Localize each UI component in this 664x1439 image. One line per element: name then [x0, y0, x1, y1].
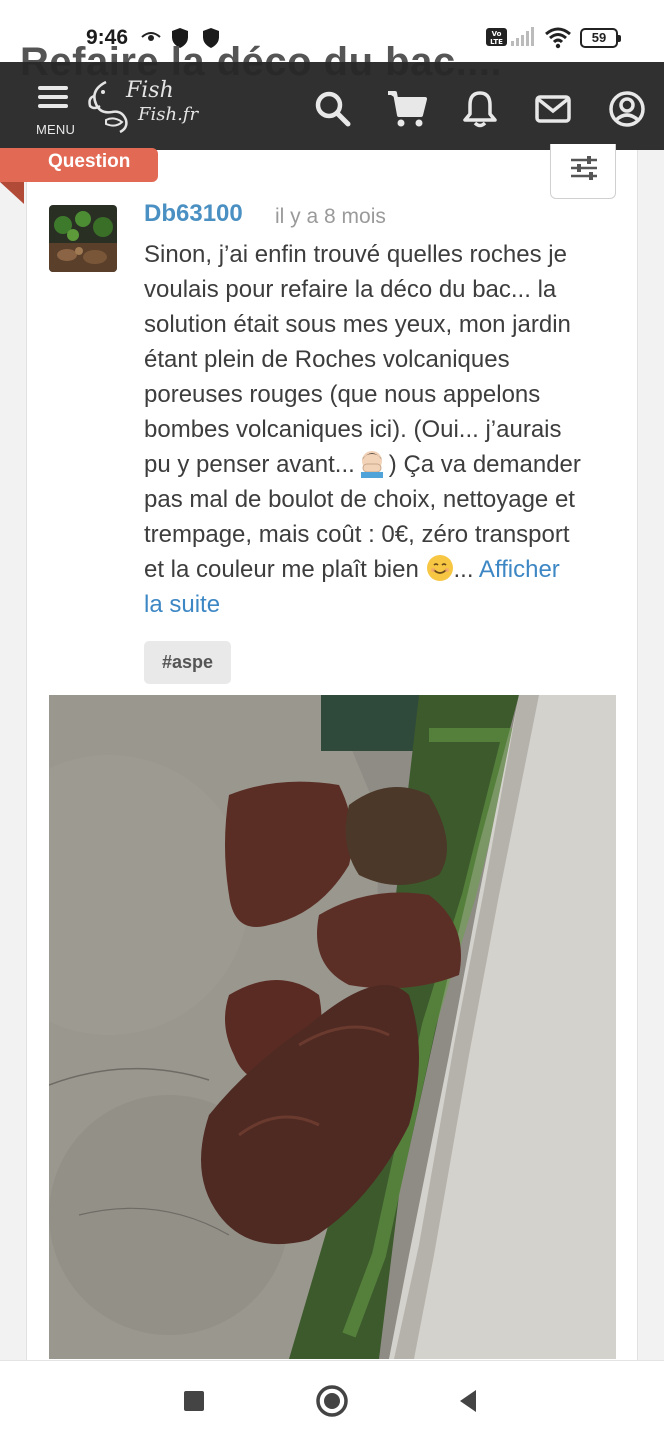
post-time: il y a 8 mois: [275, 205, 386, 228]
hashtag-chip[interactable]: #aspe: [144, 641, 231, 684]
search-icon[interactable]: [314, 90, 352, 133]
recents-button[interactable]: [176, 1383, 212, 1419]
system-nav-bar: [0, 1360, 664, 1439]
post-body: Sinon, j’ai enfin trouvé quelles roches …: [144, 237, 618, 622]
svg-text:Vo: Vo: [492, 30, 502, 38]
wifi-icon: [544, 27, 572, 54]
battery-icon: 59: [580, 28, 621, 48]
read-more-link-cont[interactable]: la suite: [144, 587, 618, 622]
filter-button[interactable]: [550, 144, 616, 199]
signal-icon: [511, 27, 537, 52]
home-button[interactable]: [314, 1383, 350, 1419]
post-body-line: solution était sous mes yeux, mon jardin: [144, 311, 571, 338]
post-body-fragment: et la couleur me plaît bien: [144, 556, 419, 583]
post-body-fragment: ) Ça va demander: [388, 451, 581, 478]
post-body-fragment: ...: [453, 556, 474, 583]
question-tag: Question: [0, 148, 158, 182]
mail-icon[interactable]: [534, 90, 572, 133]
post-body-line: Sinon, j’ai enfin trouvé quelles roches …: [144, 241, 567, 268]
post-body-line: étant plein de Roches volcaniques: [144, 346, 510, 373]
avatar[interactable]: [49, 205, 117, 272]
app-header: MENU Fish Fish.fr: [0, 62, 664, 150]
post-body-line: poreuses rouges (que nous appelons: [144, 381, 541, 408]
menu-button[interactable]: MENU: [36, 82, 76, 137]
post-body-line: pu y penser avant... ) Ça va demander: [144, 447, 618, 482]
post-body-line: bombes volcaniques ici). (Oui... j’aurai…: [144, 416, 562, 443]
post-body-line: et la couleur me plaît bien ... Afficher: [144, 552, 618, 587]
bell-icon[interactable]: [462, 90, 498, 133]
post-body-line: trempage, mais coût : 0€, zéro transport: [144, 521, 570, 548]
facepalm-emoji-icon: [360, 451, 383, 478]
back-button[interactable]: [450, 1383, 486, 1419]
smiling-emoji-icon: [426, 555, 453, 581]
user-icon[interactable]: [608, 90, 646, 133]
menu-label: MENU: [36, 122, 76, 137]
page: 9:46 VoLTE 59 Refaire la déco du bac....…: [0, 0, 664, 1439]
read-more-link[interactable]: Afficher: [479, 556, 560, 583]
post-body-line: voulais pour refaire la déco du bac... l…: [144, 276, 557, 303]
tag-fold: [0, 182, 24, 204]
post-photo[interactable]: [49, 695, 616, 1359]
sliders-icon: [571, 156, 597, 180]
post-body-line: pas mal de boulot de choix, nettoyage et: [144, 486, 575, 513]
site-logo[interactable]: Fish Fish.fr: [86, 74, 216, 140]
author-name[interactable]: Db63100: [144, 200, 243, 228]
logo-text-line1: Fish: [126, 78, 174, 103]
logo-text-line2: Fish.fr: [138, 104, 199, 125]
post-body-fragment: pu y penser avant...: [144, 451, 355, 478]
cart-icon[interactable]: [386, 90, 428, 133]
